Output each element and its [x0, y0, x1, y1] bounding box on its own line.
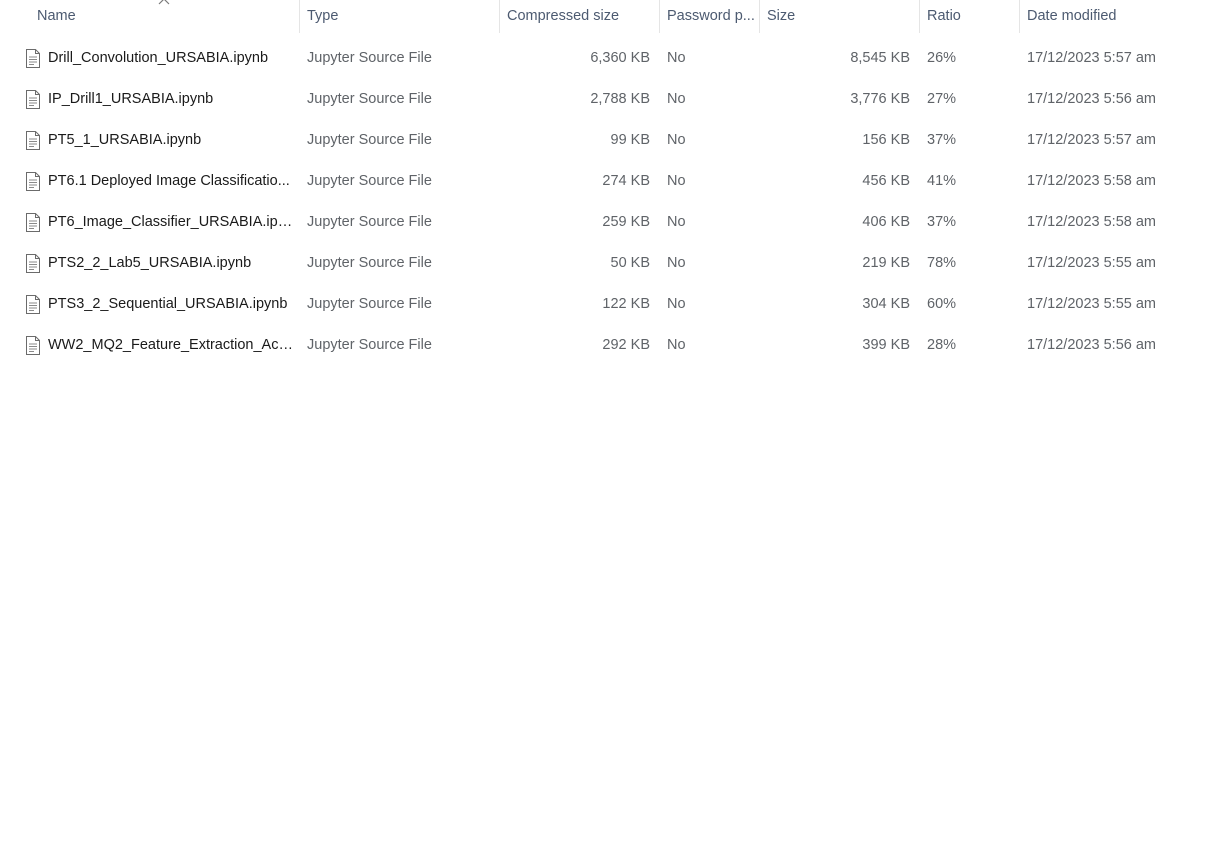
chevron-up-icon — [158, 0, 170, 5]
file-size: 399 KB — [862, 337, 910, 353]
file-compressed-size: 122 KB — [602, 296, 650, 312]
file-password-protected: No — [667, 132, 686, 148]
file-compressed-size: 292 KB — [602, 337, 650, 353]
file-ratio: 27% — [927, 91, 957, 107]
document-icon — [26, 49, 40, 68]
file-date-modified: 17/12/2023 5:56 am — [1027, 91, 1156, 107]
file-name[interactable]: WW2_MQ2_Feature_Extraction_Acti... — [48, 325, 294, 366]
document-icon — [26, 213, 40, 232]
file-type: Jupyter Source File — [307, 173, 432, 189]
file-ratio: 78% — [927, 255, 957, 271]
column-header-date-modified-label: Date modified — [1027, 8, 1117, 24]
file-name[interactable]: PTS2_2_Lab5_URSABIA.ipynb — [48, 243, 294, 284]
document-icon — [26, 295, 40, 314]
document-icon — [26, 90, 40, 109]
document-icon — [26, 336, 40, 355]
file-row[interactable]: PTS3_2_Sequential_URSABIA.ipynb Jupyter … — [0, 284, 1218, 325]
file-type: Jupyter Source File — [307, 91, 432, 107]
file-compressed-size: 6,360 KB — [590, 50, 650, 66]
file-date-modified: 17/12/2023 5:56 am — [1027, 337, 1156, 353]
column-header-type-label: Type — [307, 8, 339, 24]
file-compressed-size: 99 KB — [610, 132, 651, 148]
file-size: 304 KB — [862, 296, 910, 312]
column-header-name-label: Name — [37, 8, 76, 24]
file-name[interactable]: PTS3_2_Sequential_URSABIA.ipynb — [48, 284, 294, 325]
document-icon — [26, 254, 40, 273]
file-size: 219 KB — [862, 255, 910, 271]
file-date-modified: 17/12/2023 5:55 am — [1027, 296, 1156, 312]
file-row[interactable]: PTS2_2_Lab5_URSABIA.ipynb Jupyter Source… — [0, 243, 1218, 284]
file-password-protected: No — [667, 214, 686, 230]
file-size: 3,776 KB — [850, 91, 910, 107]
file-compressed-size: 259 KB — [602, 214, 650, 230]
file-type: Jupyter Source File — [307, 50, 432, 66]
file-row[interactable]: PT6_Image_Classifier_URSABIA.ipy... Jupy… — [0, 202, 1218, 243]
file-password-protected: No — [667, 255, 686, 271]
file-list-view: Name Type Compressed size Password p... … — [0, 0, 1218, 850]
file-row[interactable]: IP_Drill1_URSABIA.ipynb Jupyter Source F… — [0, 79, 1218, 120]
file-type: Jupyter Source File — [307, 337, 432, 353]
column-header-date-modified[interactable]: Date modified — [1020, 0, 1218, 33]
file-size: 456 KB — [862, 173, 910, 189]
column-header-password[interactable]: Password p... — [660, 0, 760, 33]
file-row[interactable]: Drill_Convolution_URSABIA.ipynb Jupyter … — [0, 38, 1218, 79]
file-password-protected: No — [667, 50, 686, 66]
file-name[interactable]: PT6.1 Deployed Image Classificatio... — [48, 161, 294, 202]
file-compressed-size: 50 KB — [610, 255, 651, 271]
file-password-protected: No — [667, 337, 686, 353]
file-size: 156 KB — [862, 132, 910, 148]
column-header-ratio-label: Ratio — [927, 8, 961, 24]
file-date-modified: 17/12/2023 5:55 am — [1027, 255, 1156, 271]
file-ratio: 28% — [927, 337, 957, 353]
file-ratio: 60% — [927, 296, 957, 312]
file-name[interactable]: Drill_Convolution_URSABIA.ipynb — [48, 38, 294, 79]
column-header-type[interactable]: Type — [300, 0, 500, 33]
document-icon — [26, 131, 40, 150]
column-header-size-label: Size — [767, 8, 796, 24]
file-row[interactable]: WW2_MQ2_Feature_Extraction_Acti... Jupyt… — [0, 325, 1218, 366]
file-password-protected: No — [667, 91, 686, 107]
file-row[interactable]: PT5_1_URSABIA.ipynb Jupyter Source File … — [0, 120, 1218, 161]
file-type: Jupyter Source File — [307, 132, 432, 148]
column-header-compressed-size-label: Compressed size — [507, 8, 620, 24]
column-header-compressed-size[interactable]: Compressed size — [500, 0, 660, 33]
file-size: 406 KB — [862, 214, 910, 230]
file-ratio: 41% — [927, 173, 957, 189]
file-name[interactable]: IP_Drill1_URSABIA.ipynb — [48, 79, 294, 120]
file-ratio: 26% — [927, 50, 957, 66]
file-compressed-size: 2,788 KB — [590, 91, 650, 107]
file-size: 8,545 KB — [850, 50, 910, 66]
column-header-row: Name Type Compressed size Password p... … — [0, 0, 1218, 33]
file-date-modified: 17/12/2023 5:57 am — [1027, 50, 1156, 66]
file-name[interactable]: PT5_1_URSABIA.ipynb — [48, 120, 294, 161]
file-type: Jupyter Source File — [307, 214, 432, 230]
file-ratio: 37% — [927, 132, 957, 148]
file-type: Jupyter Source File — [307, 296, 432, 312]
file-type: Jupyter Source File — [307, 255, 432, 271]
file-date-modified: 17/12/2023 5:58 am — [1027, 173, 1156, 189]
file-compressed-size: 274 KB — [602, 173, 650, 189]
column-header-ratio[interactable]: Ratio — [920, 0, 1020, 33]
file-rows: Drill_Convolution_URSABIA.ipynb Jupyter … — [0, 38, 1218, 366]
file-name[interactable]: PT6_Image_Classifier_URSABIA.ipy... — [48, 202, 294, 243]
file-password-protected: No — [667, 296, 686, 312]
file-password-protected: No — [667, 173, 686, 189]
column-header-name[interactable]: Name — [0, 0, 300, 33]
file-date-modified: 17/12/2023 5:57 am — [1027, 132, 1156, 148]
document-icon — [26, 172, 40, 191]
file-row[interactable]: PT6.1 Deployed Image Classificatio... Ju… — [0, 161, 1218, 202]
file-ratio: 37% — [927, 214, 957, 230]
column-header-password-label: Password p... — [667, 8, 755, 24]
file-date-modified: 17/12/2023 5:58 am — [1027, 214, 1156, 230]
column-header-size[interactable]: Size — [760, 0, 920, 33]
